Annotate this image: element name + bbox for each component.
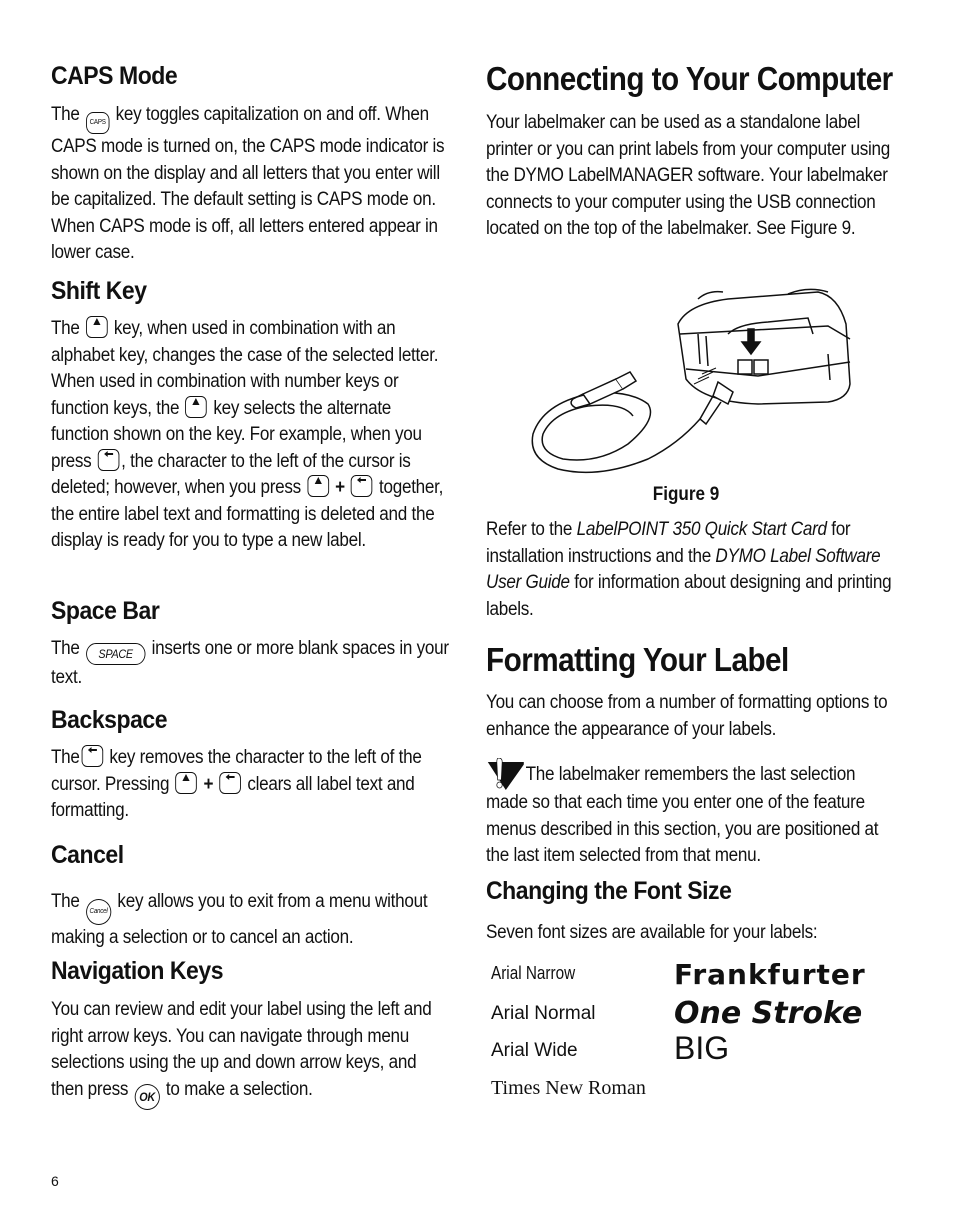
caps-mode-text: The CAPS key toggles capitalization on a… — [51, 104, 445, 263]
backspace-key-icon — [219, 771, 242, 794]
navigation-keys-text: You can review and edit your label using… — [51, 997, 452, 1110]
font-arial-wide: Arial Wide — [491, 1040, 578, 1061]
note-warning-icon — [486, 757, 526, 790]
refer-text: Refer to the LabelPOINT 350 Quick Start … — [486, 519, 892, 620]
font-one-stroke: One Stroke — [674, 996, 863, 1031]
font-big: BIG — [674, 1030, 730, 1066]
ok-key-icon: OK — [134, 1083, 160, 1110]
space-bar-text: The SPACE inserts one or more blank spac… — [51, 638, 449, 688]
shift-key-icon — [307, 475, 329, 497]
font-times-new-roman: Times New Roman — [491, 1077, 646, 1099]
shift-key-heading: Shift Key — [51, 277, 147, 305]
formatting-heading: Formatting Your Label — [486, 641, 789, 678]
font-arial-narrow: Arial Narrow — [491, 963, 576, 983]
figure-9-usb-illustration — [528, 284, 878, 480]
figure-9-caption: Figure 9 — [652, 484, 720, 505]
shift-key-icon — [175, 771, 198, 794]
backspace-heading: Backspace — [51, 706, 168, 734]
quick-start-card-title: LabelPOINT 350 Quick Start Card — [576, 519, 827, 540]
font-size-text: Seven font sizes are available for your … — [486, 922, 818, 943]
page-number: 6 — [51, 1173, 59, 1189]
shift-key-icon — [85, 316, 108, 338]
cancel-text: The Cancel key allows you to exit from a… — [51, 891, 428, 948]
caps-mode-heading: CAPS Mode — [51, 62, 178, 90]
backspace-text: The key removes the character to the lef… — [51, 745, 422, 821]
shift-key-icon — [185, 395, 208, 418]
backspace-key-icon — [81, 745, 104, 767]
formatting-text: You can choose from a number of formatti… — [486, 692, 888, 740]
cancel-key-icon: Cancel — [85, 899, 112, 925]
backspace-key-icon — [351, 475, 373, 497]
shift-key-text: The key, when used in combination with a… — [51, 316, 444, 551]
formatting-note: The labelmaker remembers the last select… — [486, 757, 896, 870]
space-bar-heading: Space Bar — [51, 597, 160, 625]
font-arial-normal: Arial Normal — [491, 1003, 596, 1024]
connecting-text: Your labelmaker can be used as a standal… — [486, 112, 891, 239]
backspace-key-icon — [97, 448, 120, 471]
space-key-icon: SPACE — [85, 643, 146, 665]
caps-key-icon: CAPS — [85, 112, 110, 134]
navigation-keys-heading: Navigation Keys — [51, 957, 224, 985]
cancel-heading: Cancel — [51, 841, 124, 869]
font-frankfurter: Frankfurter — [674, 958, 866, 991]
connecting-heading: Connecting to Your Computer — [486, 60, 893, 97]
font-size-heading: Changing the Font Size — [486, 877, 732, 905]
